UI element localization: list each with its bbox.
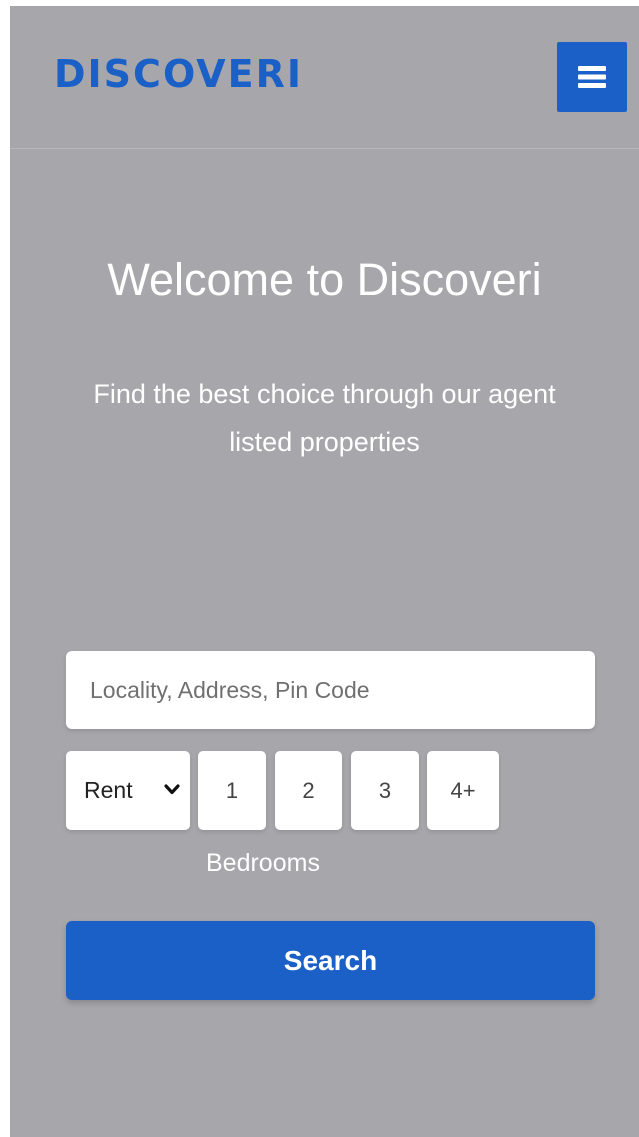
hero-subtitle-line-1: Find the best choice through our agent (93, 379, 556, 409)
logo[interactable]: DISCOVERI (54, 50, 303, 98)
bedroom-option-2[interactable]: 2 (275, 751, 342, 830)
search-input[interactable] (66, 651, 595, 729)
chevron-down-icon (164, 783, 180, 801)
hero-subtitle: Find the best choice through our agent l… (40, 370, 609, 466)
menu-button[interactable] (557, 42, 627, 112)
search-button[interactable]: Search (66, 921, 595, 1000)
page-title: Welcome to Discoveri (107, 254, 542, 305)
bedroom-option-1[interactable]: 1 (198, 751, 266, 830)
bedroom-option-4-plus[interactable]: 4+ (427, 751, 499, 830)
page: DISCOVERI Welcome to Discoveri Find the … (10, 6, 639, 1137)
bedroom-option-3[interactable]: 3 (351, 751, 419, 830)
hamburger-menu-icon (577, 64, 607, 90)
header: DISCOVERI (10, 6, 639, 149)
listing-type-value: Rent (84, 777, 133, 803)
listing-type-select[interactable]: Rent (66, 751, 190, 830)
hero-subtitle-line-2: listed properties (229, 427, 420, 457)
bedrooms-label: Bedrooms (206, 849, 320, 877)
